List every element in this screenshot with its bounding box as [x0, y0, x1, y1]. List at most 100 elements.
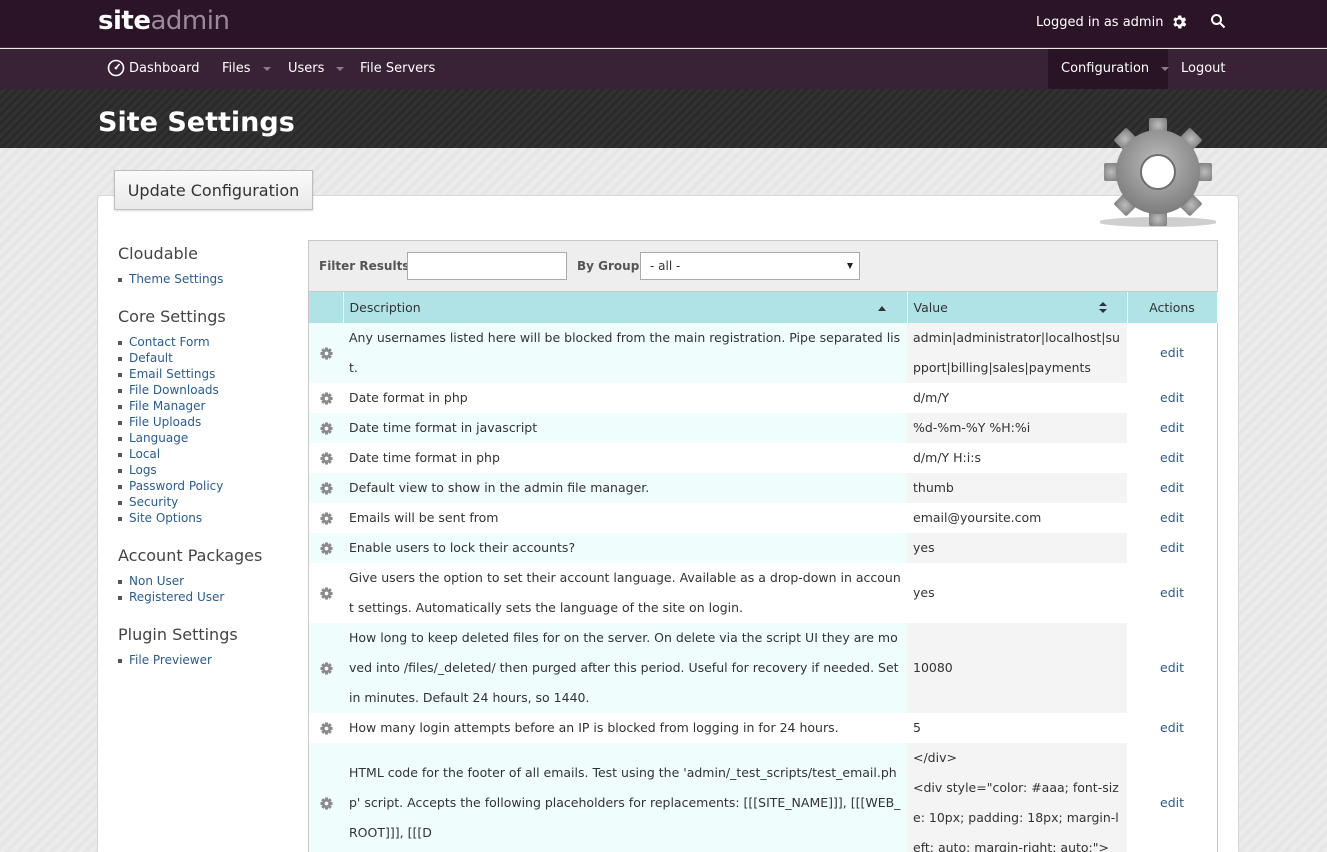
nav-dashboard-label: Dashboard — [129, 61, 200, 76]
row-value: </div> <div style="color: #aaa; font-size… — [907, 743, 1127, 852]
header-description[interactable]: Description — [343, 292, 908, 323]
row-description: Give users the option to set their accou… — [343, 563, 907, 623]
row-value: d/m/Y H:i:s — [907, 443, 1127, 473]
row-icon-cell — [309, 503, 343, 533]
sidebar-link[interactable]: File Previewer — [118, 652, 298, 668]
top-bar: siteadmin Logged in as admin — [0, 0, 1327, 48]
sidebar-link[interactable]: File Downloads — [118, 382, 298, 398]
row-value: email@yoursite.com — [907, 503, 1127, 533]
row-description: Date format in php — [343, 383, 907, 413]
sidebar-group-list: Theme Settings — [118, 271, 298, 287]
row-gear-icon — [319, 422, 333, 435]
row-gear-icon — [319, 797, 333, 810]
edit-link[interactable]: edit — [1160, 345, 1184, 360]
row-actions: edit — [1127, 413, 1217, 443]
sidebar-link[interactable]: Default — [118, 350, 298, 366]
sidebar-group-list: File Previewer — [118, 652, 298, 668]
row-value-text: yes — [913, 540, 935, 555]
row-value-text: email@yoursite.com — [913, 510, 1042, 525]
edit-link[interactable]: edit — [1160, 450, 1184, 465]
nav-logout[interactable]: Logout — [1181, 49, 1226, 89]
chevron-down-icon — [1161, 66, 1170, 71]
filter-results-label: Filter Results: — [319, 259, 415, 273]
sidebar-link[interactable]: Email Settings — [118, 366, 298, 382]
logged-in-label[interactable]: Logged in as admin — [1036, 15, 1163, 30]
row-value-line: <div style="color: #aaa; font-size: 10px… — [913, 780, 1119, 852]
row-gear-icon — [319, 542, 333, 555]
edit-link[interactable]: edit — [1160, 540, 1184, 555]
nav-users[interactable]: Users — [288, 49, 345, 89]
edit-link[interactable]: edit — [1160, 510, 1184, 525]
sidebar-group-title: Cloudable — [118, 244, 198, 263]
nav-files[interactable]: Files — [222, 49, 271, 89]
table-row: Default view to show in the admin file m… — [309, 473, 1217, 503]
nav-file-servers[interactable]: File Servers — [360, 49, 435, 89]
site-logo[interactable]: siteadmin — [98, 6, 230, 36]
sidebar-link[interactable]: File Manager — [118, 398, 298, 414]
header-icon-col — [309, 292, 344, 323]
row-value-text: yes — [913, 585, 935, 600]
row-actions: edit — [1127, 443, 1217, 473]
row-icon-cell — [309, 533, 343, 563]
group-select[interactable]: - all - — [640, 252, 860, 280]
row-gear-icon — [319, 347, 333, 360]
sidebar-link[interactable]: Registered User — [118, 589, 298, 605]
row-value-text: 5 — [913, 720, 921, 735]
chevron-down-icon — [262, 66, 271, 71]
edit-link[interactable]: edit — [1160, 480, 1184, 495]
nav-dashboard[interactable]: Dashboard — [107, 49, 200, 89]
sidebar-link[interactable]: Local — [118, 446, 298, 462]
row-value: admin|administrator|localhost|support|bi… — [907, 323, 1127, 383]
nav-configuration-label: Configuration — [1061, 61, 1150, 76]
row-actions: edit — [1127, 623, 1217, 713]
sidebar-link[interactable]: Theme Settings — [118, 271, 298, 287]
edit-link[interactable]: edit — [1160, 420, 1184, 435]
sidebar-link[interactable]: Language — [118, 430, 298, 446]
row-value-line: </div> — [913, 750, 957, 765]
search-icon[interactable] — [1210, 13, 1226, 29]
filter-results-input[interactable] — [407, 252, 567, 280]
table-row: Any usernames listed here will be blocke… — [309, 323, 1217, 383]
row-value-text: %d-%m-%Y %H:%i — [913, 420, 1031, 435]
row-icon-cell — [309, 443, 343, 473]
edit-link[interactable]: edit — [1160, 795, 1184, 810]
table-row: Give users the option to set their accou… — [309, 563, 1217, 623]
edit-link[interactable]: edit — [1160, 660, 1184, 675]
row-gear-icon — [319, 587, 333, 600]
nav-configuration[interactable]: Configuration — [1048, 49, 1170, 89]
nav-files-label: Files — [222, 61, 251, 76]
table-row: How many login attempts before an IP is … — [309, 713, 1217, 743]
edit-link[interactable]: edit — [1160, 390, 1184, 405]
row-value-text: d/m/Y — [913, 390, 950, 405]
row-value-text: admin|administrator|localhost|support|bi… — [913, 330, 1120, 375]
sidebar-link[interactable]: Security — [118, 494, 298, 510]
sidebar-link[interactable]: File Uploads — [118, 414, 298, 430]
nav-file-servers-label: File Servers — [360, 61, 436, 76]
page-title: Site Settings — [98, 107, 295, 138]
edit-link[interactable]: edit — [1160, 585, 1184, 600]
row-icon-cell — [309, 413, 343, 443]
filter-bar: Filter Results: By Group: - all - — [309, 241, 1217, 292]
row-actions: edit — [1127, 743, 1217, 852]
settings-table: Description Value Actions Any usernames … — [309, 292, 1218, 852]
table-header-row: Description Value Actions — [309, 292, 1218, 323]
row-description: Date time format in javascript — [343, 413, 907, 443]
sidebar-link[interactable]: Logs — [118, 462, 298, 478]
row-actions: edit — [1127, 383, 1217, 413]
table-row: Date time format in php d/m/Y H:i:s edit — [309, 443, 1217, 473]
row-gear-icon — [319, 662, 333, 675]
update-configuration-button[interactable]: Update Configuration — [114, 170, 313, 210]
edit-link[interactable]: edit — [1160, 720, 1184, 735]
row-gear-icon — [319, 392, 333, 405]
row-icon-cell — [309, 713, 343, 743]
header-value-label: Value — [913, 300, 948, 315]
sidebar-link[interactable]: Non User — [118, 573, 298, 589]
settings-gear-icon[interactable] — [1170, 13, 1188, 31]
row-gear-icon — [319, 722, 333, 735]
sidebar-link[interactable]: Contact Form — [118, 334, 298, 350]
sidebar-link[interactable]: Password Policy — [118, 478, 298, 494]
header-value[interactable]: Value — [907, 292, 1128, 323]
row-icon-cell — [309, 473, 343, 503]
sidebar-link[interactable]: Site Options — [118, 510, 298, 526]
dropdown-arrow-icon — [847, 263, 853, 269]
